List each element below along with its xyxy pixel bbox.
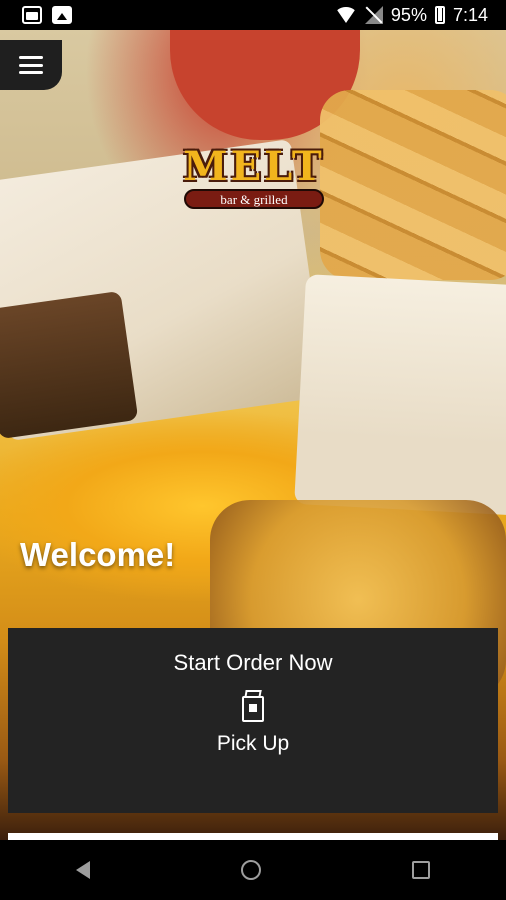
no-signal-icon xyxy=(364,6,383,24)
order-card[interactable]: Start Order Now Pick Up xyxy=(8,628,498,813)
wifi-icon xyxy=(334,7,357,23)
menu-button[interactable] xyxy=(0,40,62,90)
welcome-heading: Welcome! xyxy=(20,536,176,573)
bread-crust-image xyxy=(0,290,139,440)
melt-logo: MELT bar & grilled xyxy=(180,147,328,213)
start-order-title: Start Order Now xyxy=(173,650,333,675)
bottom-strip xyxy=(8,833,498,840)
image-icon xyxy=(52,6,72,24)
clock: 7:14 xyxy=(452,4,488,25)
battery-icon xyxy=(434,6,445,24)
sandwich-bread-image-right xyxy=(294,274,506,516)
android-nav-bar xyxy=(0,840,506,900)
bag-icon[interactable] xyxy=(242,690,264,722)
back-icon[interactable] xyxy=(75,861,90,879)
battery-percent: 95% xyxy=(390,4,427,25)
home-icon[interactable] xyxy=(240,860,261,880)
status-bar: 95% 7:14 xyxy=(0,0,506,30)
fries-image xyxy=(320,90,506,280)
logo-tagline: bar & grilled xyxy=(184,189,324,209)
folder-icon xyxy=(22,6,42,24)
recents-icon[interactable] xyxy=(412,861,431,879)
logo-name: MELT xyxy=(183,143,325,190)
hamburger-menu-icon xyxy=(19,56,43,74)
pick-up-option[interactable]: Pick Up xyxy=(8,732,498,756)
